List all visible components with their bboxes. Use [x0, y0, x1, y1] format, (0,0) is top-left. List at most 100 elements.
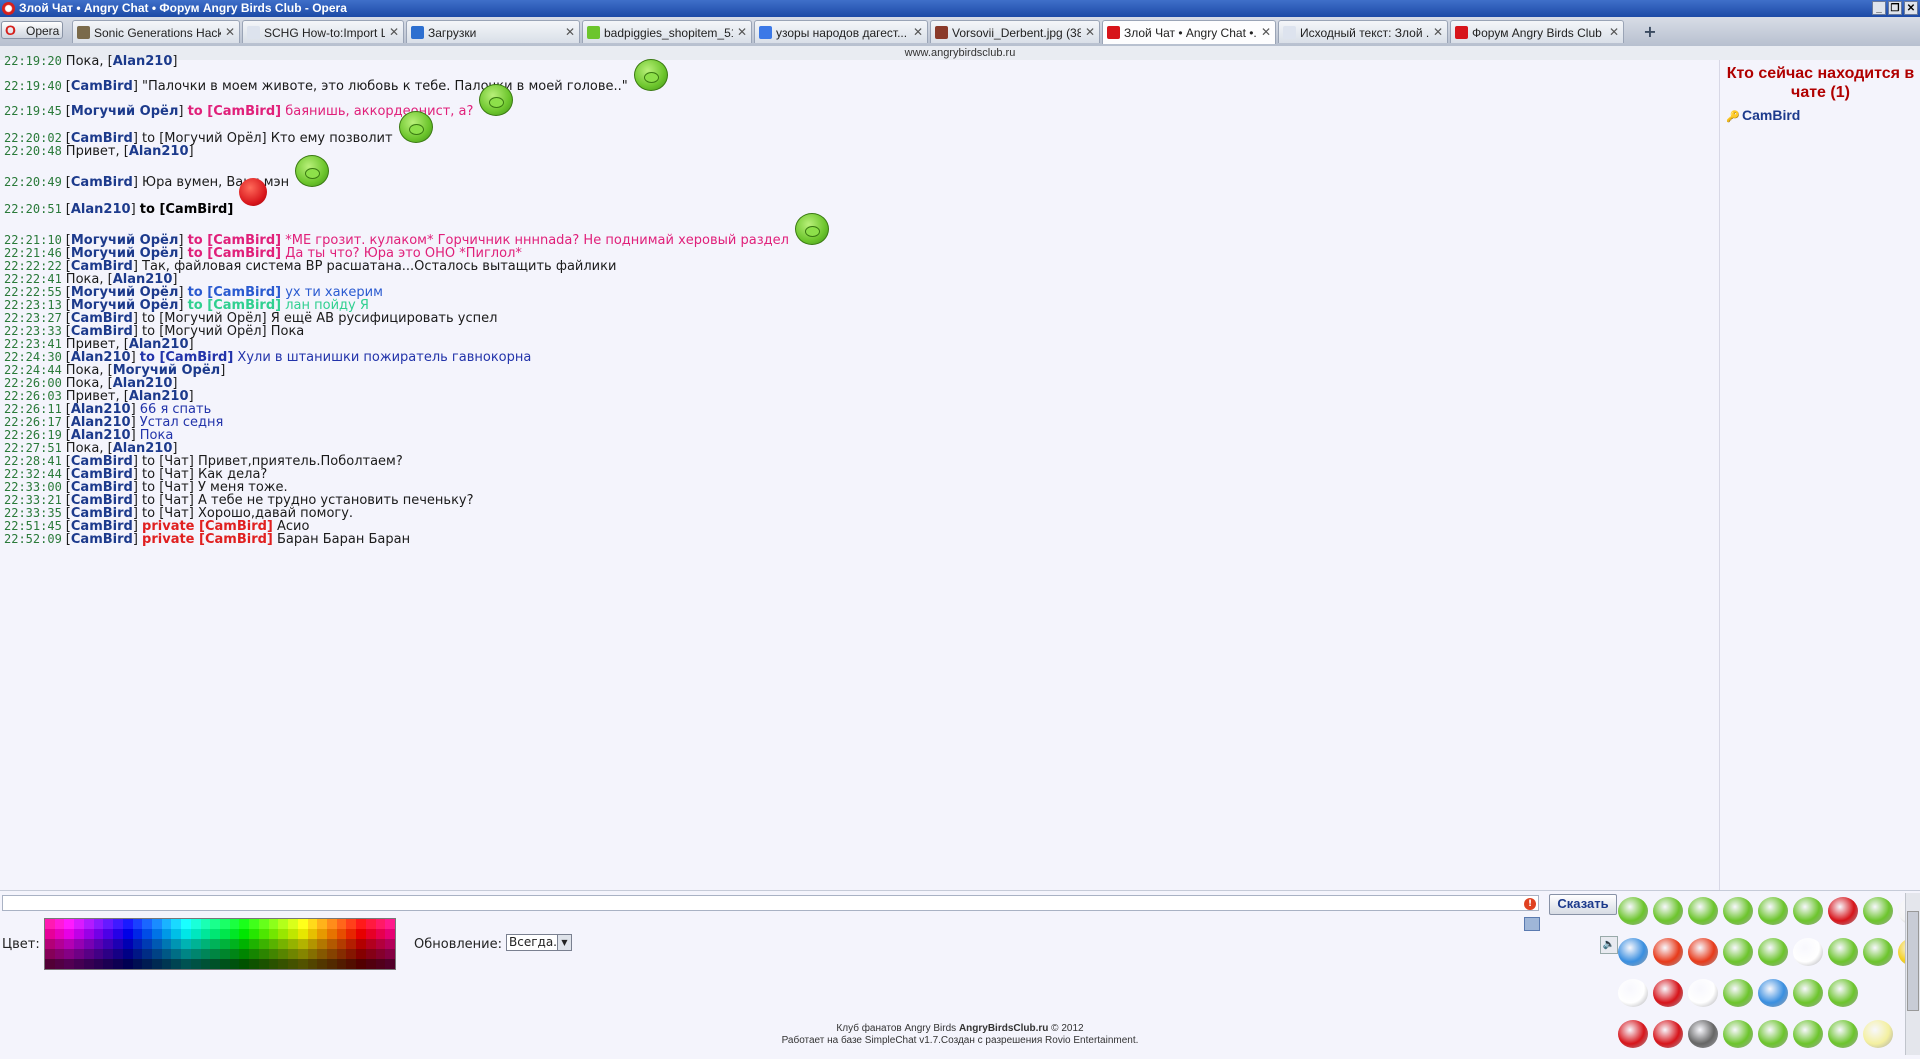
palette-swatch[interactable]: [103, 949, 114, 959]
message-nick[interactable]: Alan210: [71, 202, 131, 217]
palette-swatch[interactable]: [249, 919, 259, 929]
palette-swatch[interactable]: [229, 959, 240, 969]
palette-swatch[interactable]: [83, 959, 94, 969]
palette-swatch[interactable]: [258, 919, 269, 929]
palette-swatch[interactable]: [375, 939, 386, 949]
palette-swatch[interactable]: [113, 959, 123, 969]
tab-7[interactable]: Исходный текст: Злой ... ✕: [1278, 20, 1448, 43]
palette-swatch[interactable]: [317, 929, 327, 939]
palette-swatch[interactable]: [288, 949, 298, 959]
palette-swatch[interactable]: [113, 949, 123, 959]
palette-swatch[interactable]: [375, 929, 386, 939]
palette-swatch[interactable]: [83, 919, 94, 929]
tab-5[interactable]: Vorsovii_Derbent.jpg (38... ✕: [930, 20, 1100, 43]
message-nick[interactable]: Alan210: [113, 54, 173, 69]
palette-swatch[interactable]: [278, 929, 289, 939]
palette-swatch[interactable]: [142, 929, 152, 939]
close-tab-icon[interactable]: ✕: [737, 25, 747, 39]
palette-swatch[interactable]: [151, 949, 162, 959]
palette-swatch[interactable]: [326, 949, 337, 959]
palette-swatch[interactable]: [365, 949, 376, 959]
palette-swatch[interactable]: [171, 939, 182, 949]
palette-swatch[interactable]: [297, 919, 308, 929]
palette-swatch[interactable]: [297, 949, 308, 959]
emoticon-icon[interactable]: [1863, 897, 1893, 925]
palette-swatch[interactable]: [200, 959, 211, 969]
palette-swatch[interactable]: [326, 959, 337, 969]
palette-swatch[interactable]: [54, 959, 65, 969]
emoticon-icon[interactable]: [1618, 938, 1648, 966]
restore-button[interactable]: ❐: [1888, 1, 1902, 15]
palette-swatch[interactable]: [181, 919, 191, 929]
palette-swatch[interactable]: [297, 929, 308, 939]
palette-swatch[interactable]: [74, 949, 84, 959]
emoticon-icon[interactable]: [1618, 979, 1648, 1007]
palette-swatch[interactable]: [317, 919, 327, 929]
envelope-icon[interactable]: [1524, 917, 1540, 931]
emoticon-icon[interactable]: [1793, 979, 1823, 1007]
palette-swatch[interactable]: [142, 919, 152, 929]
palette-swatch[interactable]: [113, 919, 123, 929]
emoticon-icon[interactable]: [1793, 938, 1823, 966]
emoticon-icon[interactable]: [1688, 897, 1718, 925]
palette-swatch[interactable]: [288, 929, 298, 939]
opera-menu-button[interactable]: O Opera: [1, 21, 63, 39]
palette-swatch[interactable]: [356, 919, 366, 929]
palette-swatch[interactable]: [220, 919, 230, 929]
message-nick[interactable]: CamBird: [71, 79, 133, 94]
tab-8[interactable]: Форум Angry Birds Club ... ✕: [1450, 20, 1624, 43]
palette-swatch[interactable]: [200, 929, 211, 939]
palette-swatch[interactable]: [161, 949, 172, 959]
palette-swatch[interactable]: [54, 949, 65, 959]
palette-swatch[interactable]: [151, 939, 162, 949]
palette-swatch[interactable]: [278, 919, 289, 929]
palette-swatch[interactable]: [375, 919, 386, 929]
close-tab-icon[interactable]: ✕: [565, 25, 575, 39]
palette-swatch[interactable]: [83, 949, 94, 959]
online-user[interactable]: 🔑 CamBird: [1726, 107, 1800, 123]
emoticon-icon[interactable]: [1653, 938, 1683, 966]
palette-swatch[interactable]: [64, 959, 75, 969]
palette-swatch[interactable]: [83, 939, 94, 949]
palette-swatch[interactable]: [142, 949, 152, 959]
palette-swatch[interactable]: [385, 919, 395, 929]
palette-swatch[interactable]: [161, 929, 172, 939]
palette-swatch[interactable]: [317, 939, 327, 949]
emoticon-icon[interactable]: [1828, 979, 1858, 1007]
close-tab-icon[interactable]: ✕: [1085, 25, 1095, 39]
palette-swatch[interactable]: [365, 959, 376, 969]
emoticon-icon[interactable]: [1723, 897, 1753, 925]
palette-swatch[interactable]: [122, 939, 133, 949]
palette-swatch[interactable]: [171, 929, 182, 939]
palette-swatch[interactable]: [268, 929, 279, 939]
palette-swatch[interactable]: [297, 939, 308, 949]
new-tab-button[interactable]: +: [1640, 23, 1660, 41]
palette-swatch[interactable]: [45, 959, 55, 969]
palette-swatch[interactable]: [258, 939, 269, 949]
palette-swatch[interactable]: [375, 949, 386, 959]
palette-swatch[interactable]: [45, 949, 55, 959]
palette-swatch[interactable]: [103, 939, 114, 949]
palette-swatch[interactable]: [200, 949, 211, 959]
palette-swatch[interactable]: [122, 929, 133, 939]
palette-swatch[interactable]: [171, 919, 182, 929]
palette-swatch[interactable]: [200, 939, 211, 949]
palette-swatch[interactable]: [365, 939, 376, 949]
palette-swatch[interactable]: [220, 959, 230, 969]
palette-swatch[interactable]: [336, 939, 347, 949]
emoticon-icon[interactable]: [1758, 979, 1788, 1007]
minimize-button[interactable]: _: [1872, 1, 1886, 15]
palette-swatch[interactable]: [103, 959, 114, 969]
palette-swatch[interactable]: [297, 959, 308, 969]
palette-swatch[interactable]: [239, 949, 250, 959]
palette-swatch[interactable]: [307, 939, 318, 949]
palette-swatch[interactable]: [93, 939, 104, 949]
palette-swatch[interactable]: [375, 959, 386, 969]
palette-swatch[interactable]: [307, 929, 318, 939]
palette-swatch[interactable]: [45, 929, 55, 939]
palette-swatch[interactable]: [113, 929, 123, 939]
message-nick[interactable]: CamBird: [71, 532, 133, 547]
close-tab-icon[interactable]: ✕: [1433, 25, 1443, 39]
palette-swatch[interactable]: [54, 929, 65, 939]
emoticon-icon[interactable]: [1863, 938, 1893, 966]
